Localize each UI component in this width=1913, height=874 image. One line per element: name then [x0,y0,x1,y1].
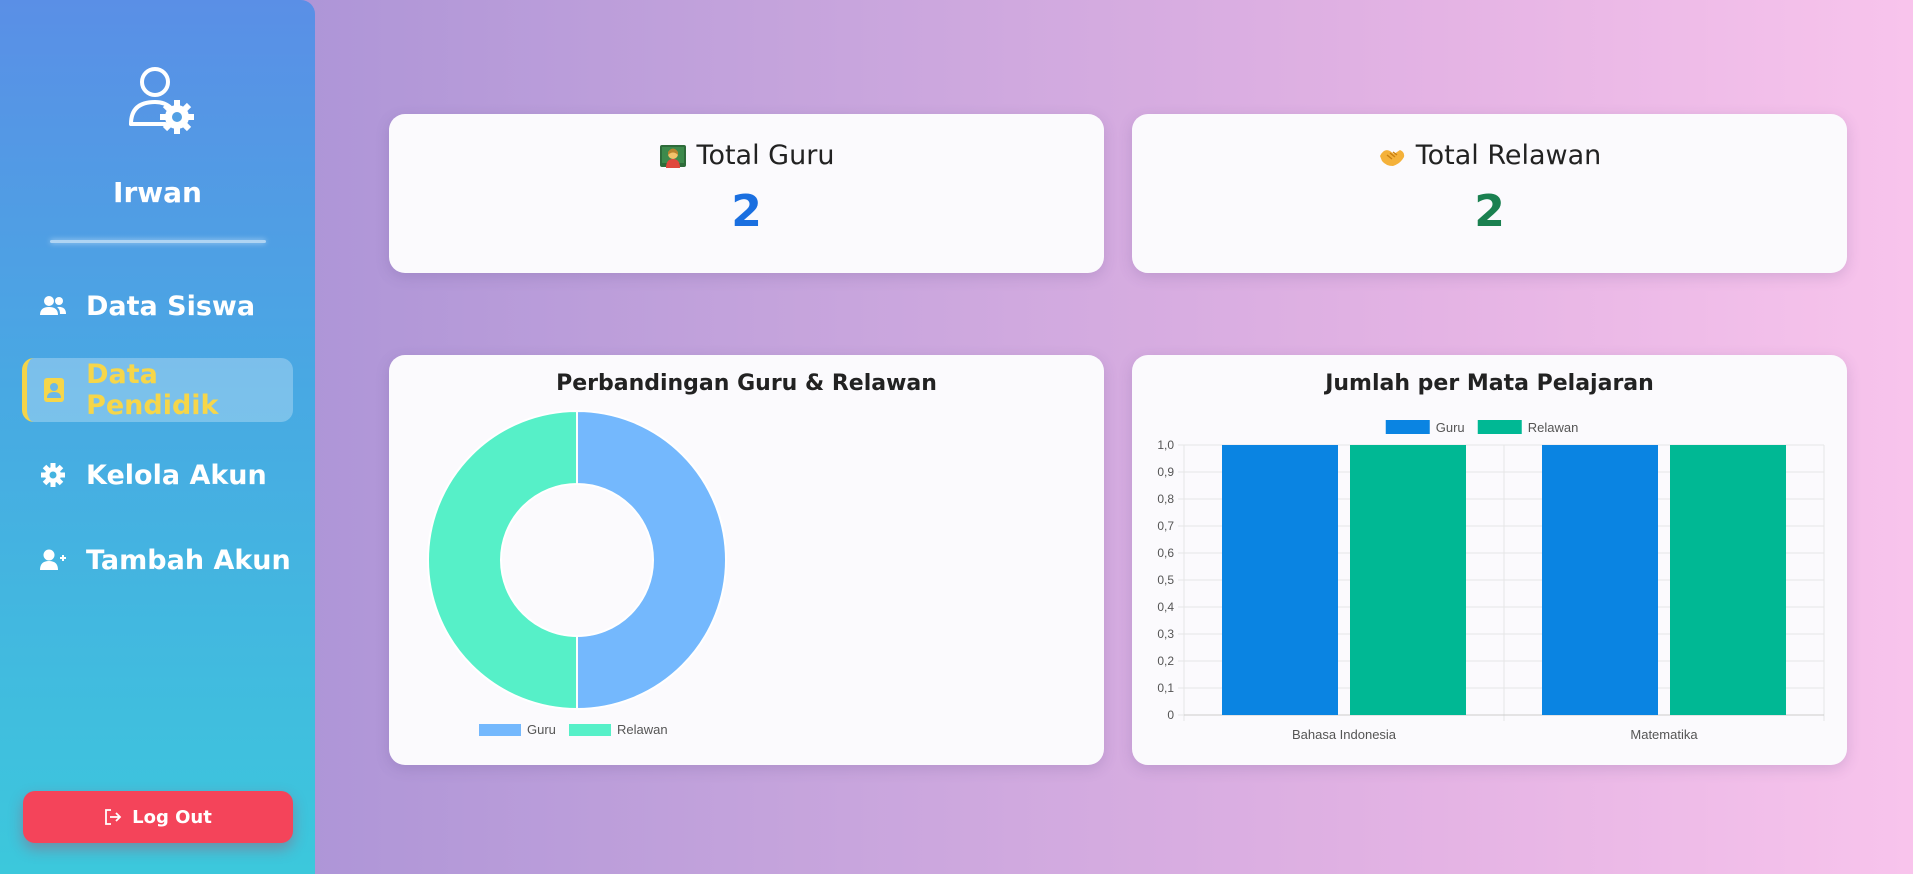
username: Irwan [113,176,202,209]
bar-relawan-bahasa-indonesia [1350,445,1466,715]
bar-chart-card: Jumlah per Mata Pelajaran 0 0,1 0,2 0,3 0,4 0… [1132,355,1847,765]
gear-icon [38,460,68,490]
logout-label: Log Out [132,806,212,828]
teacher-icon [659,144,686,168]
logout-icon [104,808,122,826]
sidebar-item-label: Tambah Akun [86,544,291,576]
stat-title-row: Total Guru [389,140,1104,171]
stat-card-relawan: Total Relawan 2 [1132,114,1847,273]
sidebar-item-data-pendidik[interactable]: Data Pendidik [22,358,293,422]
bar-relawan-matematika [1670,445,1786,715]
bar-guru-bahasa-indonesia [1222,445,1338,715]
y-tick-label: 0,7 [1157,519,1174,533]
sidebar-divider [50,240,266,243]
y-tick-label: 1,0 [1157,438,1174,452]
contact-book-icon [39,375,68,405]
sidebar-item-data-siswa[interactable]: Data Siswa [22,274,293,338]
x-tick-label: Bahasa Indonesia [1292,727,1397,742]
logout-button[interactable]: Log Out [23,791,293,843]
y-tick-label: 0,9 [1157,465,1174,479]
y-tick-label: 0,1 [1157,681,1174,695]
donut-chart: Guru Relawan [427,409,727,737]
donut-slice-relawan [427,409,578,711]
legend-swatch-relawan [569,724,611,736]
y-tick-label: 0,2 [1157,654,1174,668]
legend-label: Relawan [617,722,668,737]
y-tick-label: 0 [1167,708,1174,722]
bar-guru-matematika [1542,445,1658,715]
sidebar-item-label: Data Pendidik [86,359,219,421]
sidebar-item-kelola-akun[interactable]: Kelola Akun [22,443,293,507]
user-plus-icon [38,545,68,575]
y-tick-label: 0,5 [1157,573,1174,587]
legend-swatch-guru [1385,420,1430,434]
legend-label: Relawan [1528,420,1579,435]
sidebar-item-label: Kelola Akun [86,459,267,491]
stat-value: 2 [731,186,762,237]
stat-title-row: Total Relawan [1132,140,1847,171]
stat-title: Total Relawan [1415,140,1602,171]
user-settings-icon [129,67,194,134]
y-tick-label: 0,6 [1157,546,1174,560]
sidebar-item-label: Data Siswa [86,290,256,322]
x-tick-label: Matematika [1630,727,1698,742]
stat-title: Total Guru [696,140,835,171]
donut-chart-card: Perbandingan Guru & Relawan Guru Relawan [389,355,1104,765]
sidebar: Irwan Data Siswa Data Pendidik Kelola Ak… [0,0,315,874]
legend-label: Guru [527,722,556,737]
bar-chart: 0 0,1 0,2 0,3 0,4 0,5 0,6 0,7 0,8 0,9 1,0 Bahasa In… [1157,420,1825,742]
legend-swatch-relawan [1477,420,1522,434]
stat-card-guru: Total Guru 2 [389,114,1104,273]
legend-swatch-guru [479,724,521,736]
donut-slice-guru [576,409,727,711]
y-tick-label: 0,4 [1157,600,1174,614]
stat-value: 2 [1474,186,1505,237]
handshake-icon [1379,149,1404,166]
sidebar-item-tambah-akun[interactable]: Tambah Akun [22,528,293,592]
y-tick-label: 0,3 [1157,627,1174,641]
users-icon [38,291,68,321]
y-tick-label: 0,8 [1157,492,1174,506]
legend-label: Guru [1436,420,1465,435]
